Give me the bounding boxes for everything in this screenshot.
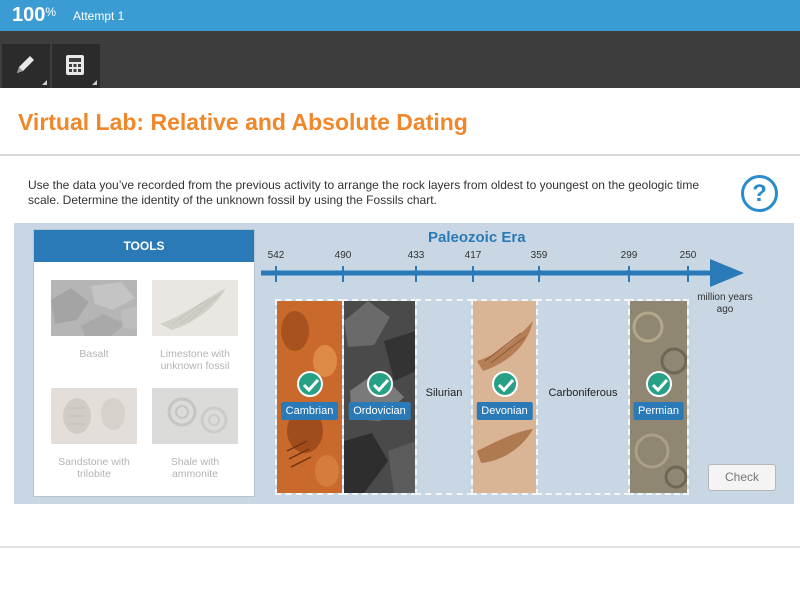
score-value: 100 [12,4,46,26]
period-label-cambrian: Cambrian [280,402,339,420]
period-label-silurian: Silurian [425,387,463,399]
tick-label: 359 [530,250,548,261]
attempt-label: Attempt 1 [73,9,125,23]
instructions-text: Use the data you’ve recorded from the pr… [28,178,700,207]
period-label-permian: Permian [633,402,684,420]
period-slot-carboniferous[interactable]: Carboniferous [536,299,630,495]
tick-label: 299 [620,250,638,261]
period-slot-permian[interactable]: Permian [628,299,689,495]
period-slot-devonian[interactable]: Devonian [471,299,538,495]
pencil-icon [17,56,34,73]
trilobite-rock-image [277,301,342,493]
top-status-bar: 100% Attempt 1 [0,0,800,31]
calculator-button[interactable] [52,44,100,88]
period-label-devonian: Devonian [476,402,533,420]
ammonite-rock-image [630,301,687,493]
period-slot-silurian[interactable]: Silurian [415,299,473,495]
check-icon [296,371,323,397]
check-icon [491,371,518,397]
period-label-carboniferous: Carboniferous [548,387,618,399]
period-slot-ordovician[interactable]: Ordovician [342,299,417,495]
check-button[interactable]: Check [708,464,776,491]
tick-label: 490 [334,250,352,261]
check-icon [645,371,672,397]
calculator-icon [66,55,84,75]
dropdown-corner-icon [92,80,97,85]
basalt-rock-image [344,301,415,493]
lab-content: Use the data you’ve recorded from the pr… [0,156,800,548]
lab-workspace: TOOLS Basalt Limestone with unknown foss… [14,223,794,504]
pencil-button[interactable] [2,44,50,88]
dropdown-corner-icon [42,80,47,85]
toolbar [0,31,800,88]
tick-label: 542 [267,250,285,261]
period-slot-cambrian[interactable]: Cambrian [275,299,344,495]
score-display: 100% [12,4,56,27]
tick-label: 250 [679,250,697,261]
period-label-ordovician: Ordovician [348,402,411,420]
help-button[interactable]: ? [741,175,778,212]
limestone-rock-image [473,301,536,493]
check-icon [366,371,393,397]
page-title: Virtual Lab: Relative and Absolute Datin… [18,109,468,135]
tick-label: 433 [407,250,425,261]
score-unit: % [45,5,57,19]
axis-unit-label: million years ago [697,292,753,315]
title-area: Virtual Lab: Relative and Absolute Datin… [0,88,800,156]
tick-label: 417 [464,250,482,261]
